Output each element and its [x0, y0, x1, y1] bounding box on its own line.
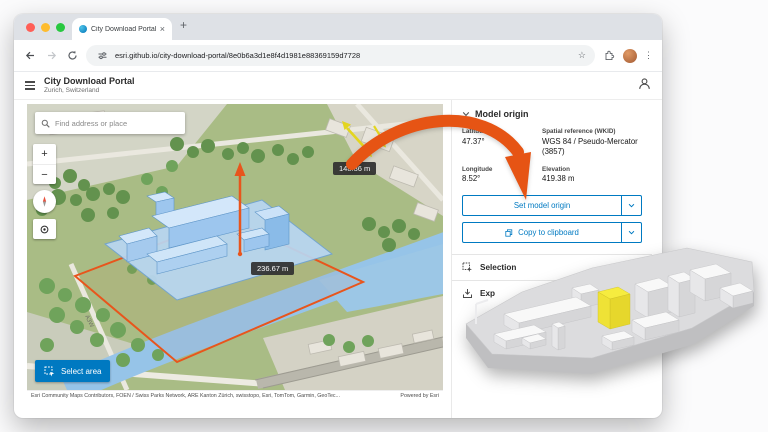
section-selection[interactable]: Selection: [462, 255, 642, 280]
field-spatial-reference: Spatial reference (WKID) WGS 84 / Pseudo…: [542, 128, 638, 156]
side-panel: Model origin Latitude 47.37° Spatial ref…: [451, 100, 652, 418]
browser-window: City Download Portal × + esri.github.io/…: [14, 14, 662, 418]
map-3d-scene[interactable]: A3W: [27, 104, 443, 390]
page: City Download Portal × + esri.github.io/…: [0, 0, 768, 432]
profile-avatar[interactable]: [623, 48, 637, 63]
locate-button[interactable]: [33, 219, 56, 239]
compass-button[interactable]: [33, 190, 56, 213]
copy-icon: [505, 229, 513, 237]
export-icon: [463, 289, 472, 299]
model-origin-fields: Latitude 47.37° Spatial reference (WKID)…: [462, 128, 642, 184]
reload-icon[interactable]: [65, 49, 79, 63]
zoom-in-button[interactable]: +: [33, 144, 56, 164]
search-input[interactable]: [55, 118, 179, 128]
locate-icon: [40, 225, 49, 233]
set-model-origin-button[interactable]: Set model origin: [462, 195, 642, 217]
account-icon[interactable]: [638, 77, 651, 95]
search-icon: [41, 119, 50, 128]
forward-icon[interactable]: [44, 49, 58, 63]
copy-dropdown-chevron-icon[interactable]: [621, 223, 641, 243]
width-measurement-badge: 236.67 m: [251, 262, 295, 275]
tab-title: City Download Portal: [91, 25, 156, 33]
compass-needle-icon: [42, 196, 47, 207]
model-origin-title: Model origin: [475, 109, 529, 119]
url-text: esri.github.io/city-download-portal/8e0b…: [115, 51, 361, 60]
section-export[interactable]: Exp: [462, 281, 642, 306]
map-navigation-tools: + −: [33, 144, 56, 239]
tab-close-icon[interactable]: ×: [160, 24, 165, 34]
chevron-down-icon: [462, 112, 470, 117]
browser-toolbar: esri.github.io/city-download-portal/8e0b…: [14, 40, 662, 72]
powered-by-esri: Powered by Esri: [400, 393, 439, 399]
tab-strip: City Download Portal × +: [14, 14, 662, 40]
tab-favicon-icon: [79, 25, 87, 33]
map-search-box[interactable]: [35, 112, 185, 134]
site-settings-icon[interactable]: [95, 49, 109, 63]
page-title: City Download Portal: [44, 76, 135, 87]
model-origin-header[interactable]: Model origin: [462, 109, 642, 119]
minimize-window-button[interactable]: [41, 22, 50, 32]
browser-menu-icon[interactable]: ⋮: [644, 50, 653, 61]
browser-tab[interactable]: City Download Portal ×: [72, 18, 172, 40]
select-area-button[interactable]: Select area: [35, 360, 111, 382]
map-view[interactable]: A3W Find address or place + − 148.36 m 2…: [27, 104, 443, 390]
map-attribution: Esri Community Maps Contributors, FOEN /…: [27, 390, 443, 401]
extensions-puzzle-icon[interactable]: [602, 49, 616, 63]
menu-hamburger-icon[interactable]: [25, 81, 35, 90]
select-area-label: Select area: [61, 366, 102, 376]
attribution-text: Esri Community Maps Contributors, FOEN /…: [31, 393, 340, 399]
page-subtitle: Zurich, Switzerland: [44, 87, 100, 94]
app-header: City Download Portal Zurich, Switzerland: [14, 72, 662, 100]
field-longitude: Longitude 8.52°: [462, 165, 493, 184]
fullscreen-window-button[interactable]: [56, 22, 65, 32]
back-icon[interactable]: [23, 49, 37, 63]
close-window-button[interactable]: [26, 22, 35, 32]
copy-to-clipboard-button[interactable]: Copy to clipboard: [462, 222, 642, 244]
field-elevation: Elevation 419.38 m: [542, 165, 575, 184]
address-bar[interactable]: esri.github.io/city-download-portal/8e0b…: [86, 45, 595, 66]
height-measurement-badge: 148.36 m: [333, 162, 377, 175]
zoom-out-button[interactable]: −: [33, 164, 56, 184]
bookmark-star-icon[interactable]: ☆: [578, 51, 586, 60]
selection-tool-icon: [462, 262, 472, 273]
select-area-icon: [44, 366, 55, 376]
field-latitude: Latitude 47.37°: [462, 128, 487, 146]
new-tab-button[interactable]: +: [180, 18, 187, 32]
set-origin-dropdown-chevron-icon[interactable]: [621, 196, 641, 216]
